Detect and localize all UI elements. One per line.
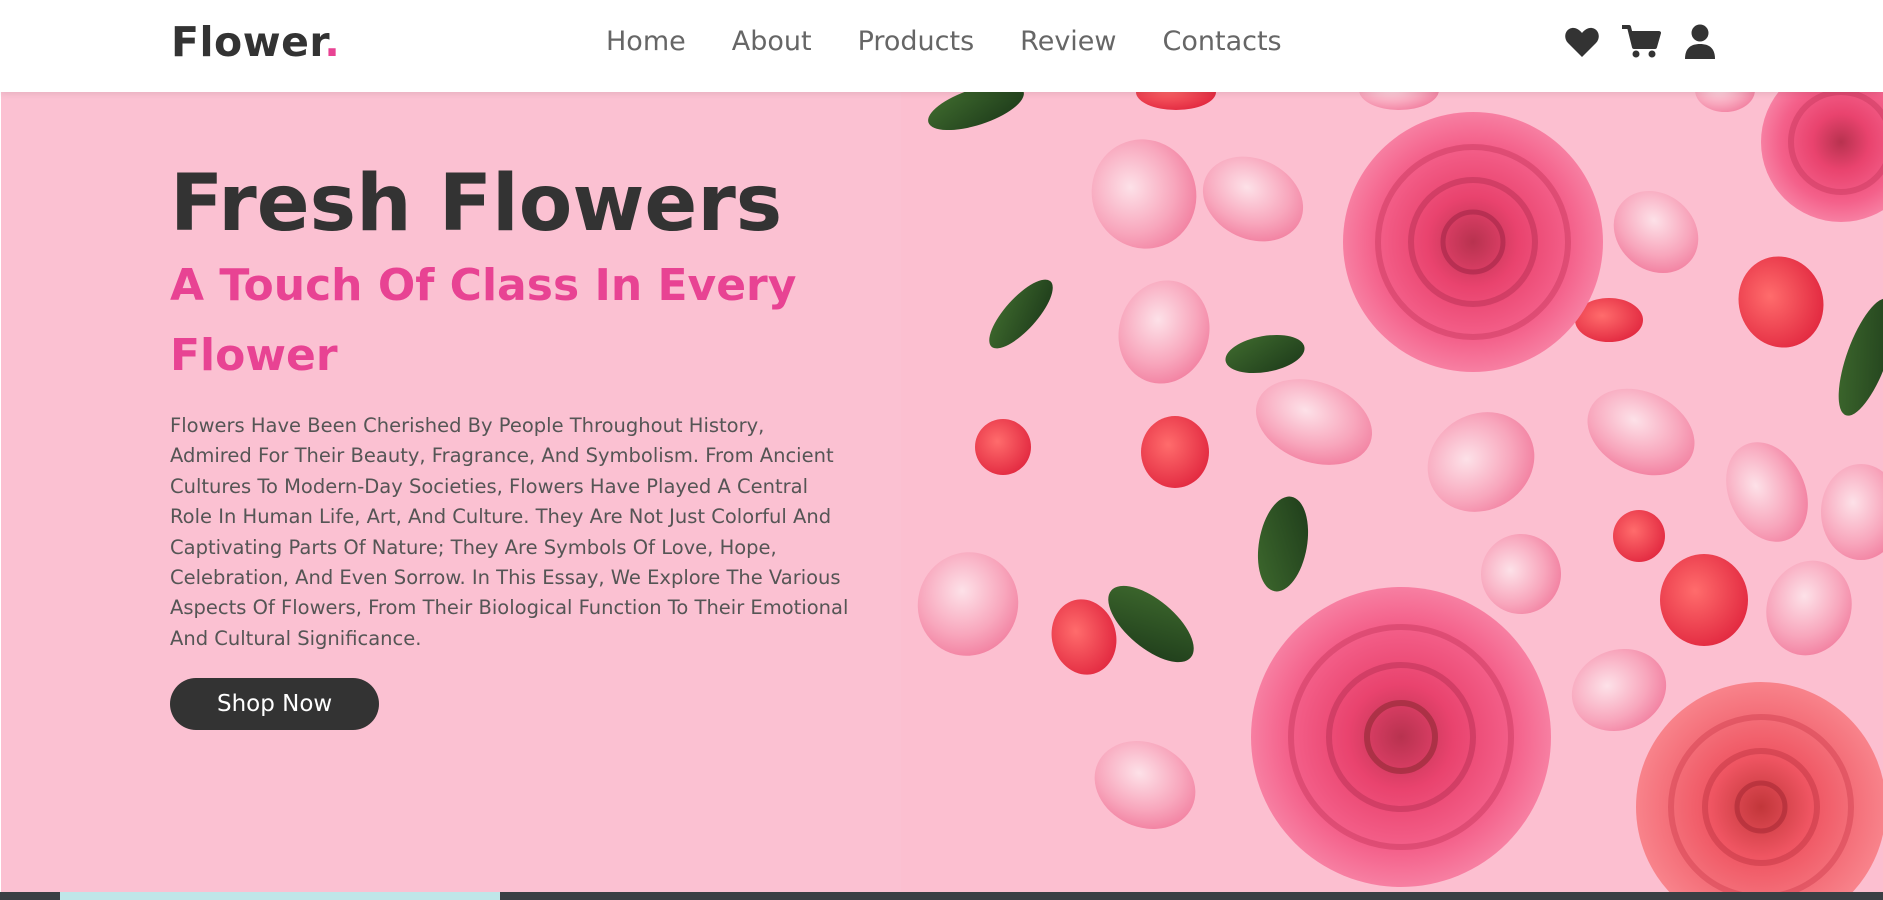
- hero-title: Fresh Flowers: [170, 159, 783, 249]
- logo-text: Flower: [171, 18, 325, 66]
- main-nav: Home About Products Review Contacts: [606, 24, 1328, 60]
- logo-dot: .: [324, 18, 341, 66]
- page-bottom-edge-segment: [60, 892, 500, 900]
- header-icons: [1562, 22, 1720, 62]
- page-bottom-edge: [0, 892, 1883, 900]
- user-icon[interactable]: [1680, 22, 1720, 62]
- nav-home[interactable]: Home: [606, 24, 686, 60]
- heart-icon[interactable]: [1562, 22, 1602, 62]
- nav-about[interactable]: About: [732, 24, 812, 60]
- nav-products[interactable]: Products: [858, 24, 975, 60]
- logo[interactable]: Flower.: [171, 18, 340, 66]
- site-header: Flower. Home About Products Review Conta…: [0, 0, 1883, 92]
- hero-subtitle: A Touch Of Class In Every Flower: [170, 260, 797, 381]
- nav-contacts[interactable]: Contacts: [1163, 24, 1282, 60]
- hero-section: Fresh Flowers A Touch Of Class In Every …: [1, 92, 1883, 892]
- nav-review[interactable]: Review: [1020, 24, 1116, 60]
- shop-now-button[interactable]: Shop Now: [170, 678, 380, 731]
- hero-content: Fresh Flowers A Touch Of Class In Every …: [170, 157, 870, 731]
- hero-description: Flowers Have Been Cherished By People Th…: [170, 414, 849, 650]
- cart-icon[interactable]: [1621, 22, 1661, 62]
- page: Flower. Home About Products Review Conta…: [0, 0, 1883, 900]
